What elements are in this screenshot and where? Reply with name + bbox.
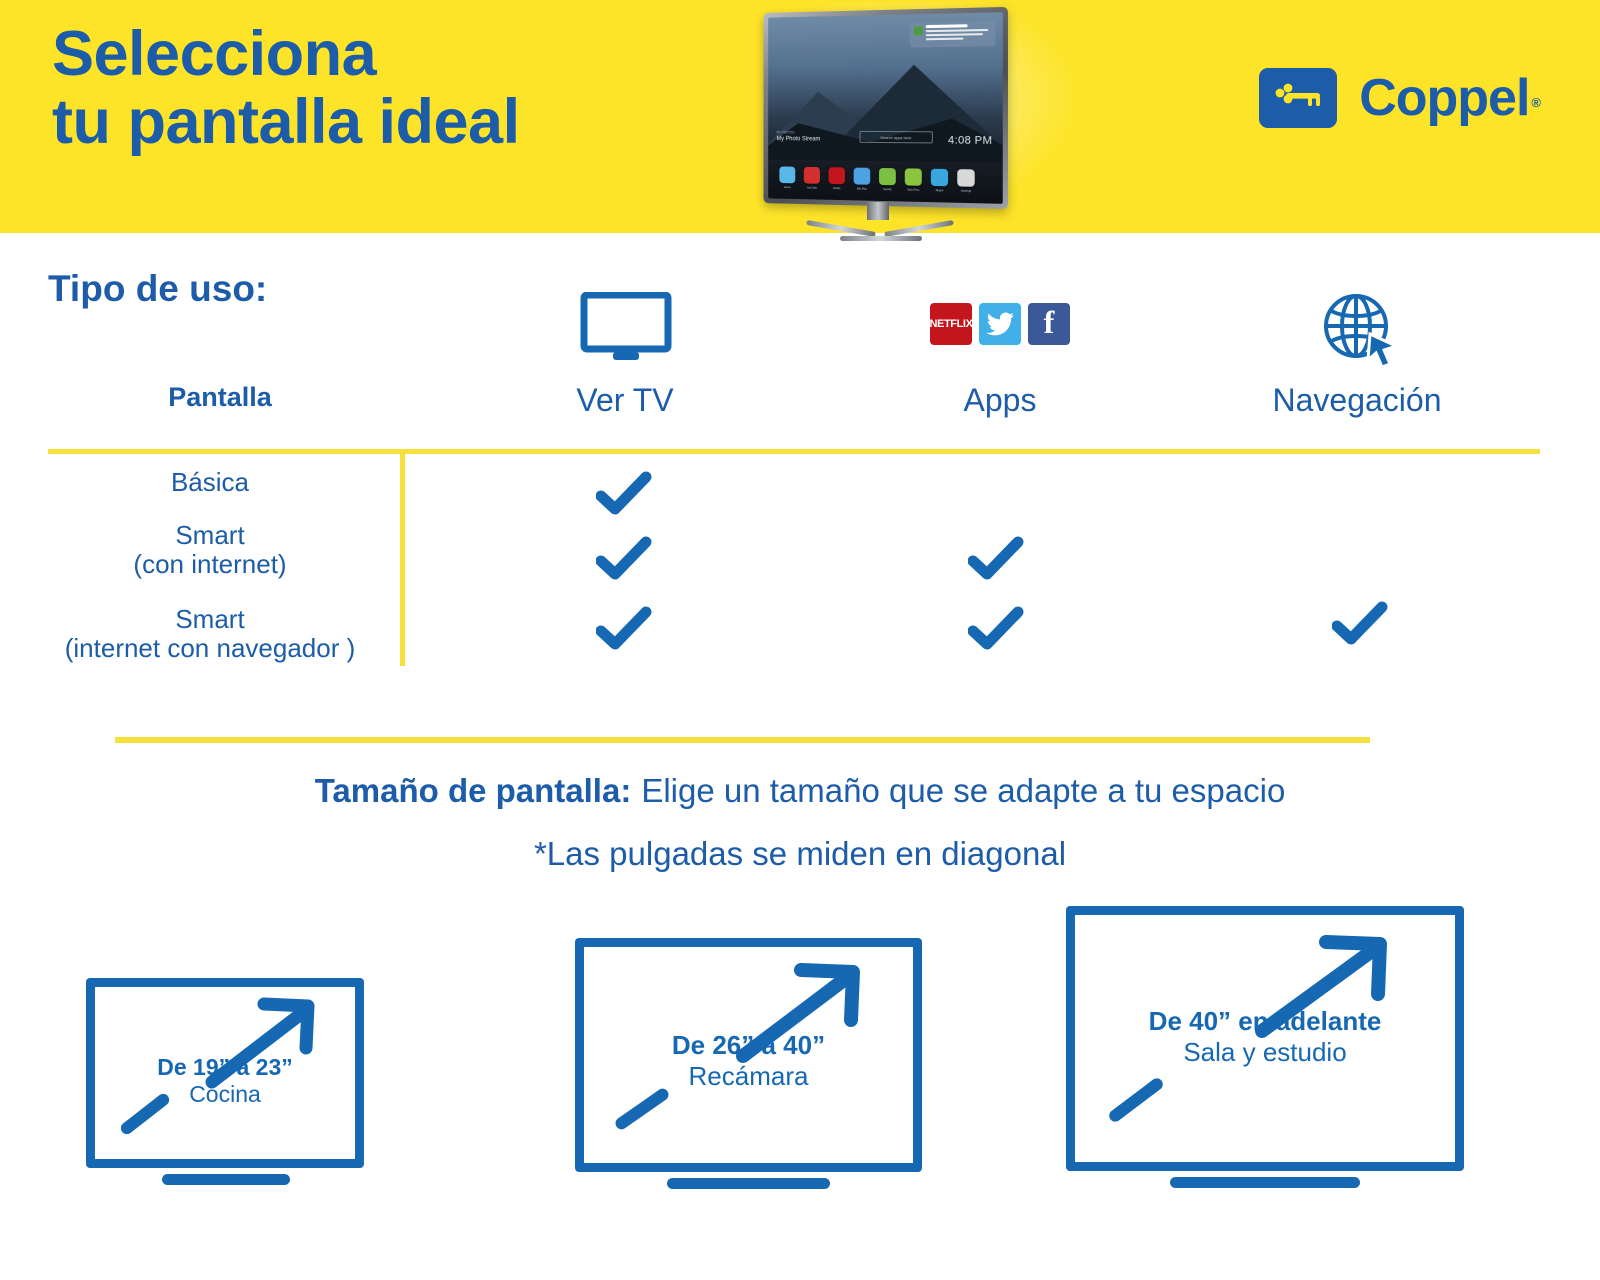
row-label-line-1: Básica — [170, 467, 250, 497]
tv-app-item: Spotify — [879, 167, 896, 191]
coppel-wordmark: Coppel ® — [1359, 69, 1541, 127]
column-header-pantalla: Pantalla — [168, 382, 272, 412]
check-icon-navegacion-smart-navegador — [1331, 596, 1388, 652]
tv-size-caption: De 19” a 23” Cocina — [86, 1054, 364, 1108]
tv-size-range: De 26” a 40” — [671, 1030, 826, 1060]
tv-stand-base — [1170, 1177, 1360, 1188]
tv-clock: 4:08 PM — [947, 134, 993, 148]
row-label-line-2: (internet con navegador ) — [64, 633, 356, 664]
size-section-note: *Las pulgadas se miden en diagonal — [533, 835, 1067, 872]
tv-stream-label: MY PHOTOS My Photo Stream — [777, 131, 821, 145]
section-divider-rule — [115, 737, 1370, 743]
page-title: Selecciona tu pantalla ideal — [52, 20, 520, 156]
check-icon-apps-smart-navegador — [967, 601, 1024, 657]
tv-app-item: Home — [779, 166, 796, 189]
tv-size-room: Cocina — [189, 1081, 261, 1108]
page-title-line-1: Selecciona — [52, 19, 377, 89]
tv-monitor-icon — [580, 291, 672, 369]
coppel-logo: Coppel ® — [1259, 68, 1541, 128]
tv-app-item: YouTube — [803, 166, 820, 190]
globe-cursor-icon — [1318, 288, 1401, 375]
key-icon — [1275, 83, 1321, 106]
size-section-headline: Tamaño de pantalla: Elige un tamaño que s… — [0, 772, 1600, 810]
table-row: Smart (con internet) — [40, 520, 380, 580]
row-label-line-1: Smart — [175, 520, 245, 550]
facebook-icon: f — [1028, 303, 1070, 345]
tv-screen: MY PHOTOS My Photo Stream Search apps he… — [768, 12, 1003, 204]
tv-size-room: Recámara — [688, 1060, 809, 1091]
notification-text-lines — [925, 24, 991, 45]
size-section-text: Elige un tamaño que se adapte a tu espac… — [641, 772, 1286, 809]
size-section-lead: Tamaño de pantalla: — [314, 772, 632, 809]
registered-mark: ® — [1531, 94, 1541, 110]
tv-app-item: Hulu Plus — [904, 168, 922, 192]
tv-size-range: De 19” a 23” — [157, 1054, 293, 1080]
column-header-apps: Apps — [963, 382, 1037, 418]
tv-app-item: Blu-Ray — [853, 167, 871, 191]
tv-size-room: Sala y estudio — [1183, 1036, 1347, 1067]
coppel-key-icon — [1259, 68, 1338, 128]
column-header-navegacion: Navegación — [1272, 382, 1442, 418]
tv-app-item: Netflix — [828, 167, 845, 190]
tv-stream-eyebrow: MY PHOTOS — [776, 130, 795, 135]
row-label-line-2: (con internet) — [133, 549, 287, 580]
check-icon-vertv-smart-navegador — [595, 601, 652, 657]
tv-size-caption: De 26” a 40” Recámara — [575, 1030, 922, 1091]
table-column-divider — [400, 454, 405, 666]
tv-stand-base — [162, 1174, 290, 1185]
twitter-icon — [979, 303, 1021, 345]
row-label-line-1: Smart — [175, 604, 245, 634]
header-banner: Selecciona tu pantalla ideal MY PHOTOS M… — [0, 0, 1600, 241]
smart-tv-photo: MY PHOTOS My Photo Stream Search apps he… — [748, 2, 1088, 247]
tv-size-range: De 40” en adelante — [1148, 1006, 1382, 1036]
table-row: Básica — [40, 467, 380, 497]
table-row: Smart (internet con navegador ) — [40, 604, 380, 664]
tv-search-bar: Search apps here — [859, 130, 933, 144]
tv-app-row: Home YouTube Netflix Blu-Ray Spotify Hul… — [779, 166, 975, 193]
check-icon-vertv-basica — [595, 466, 652, 522]
app-logos-icon: NETFLIX f — [929, 303, 1070, 345]
tv-size-caption: De 40” en adelante Sala y estudio — [1066, 1006, 1464, 1067]
check-icon-apps-smart — [967, 531, 1024, 587]
check-icon-vertv-smart — [595, 531, 652, 587]
column-header-vertv: Ver TV — [576, 382, 674, 418]
table-top-rule — [48, 449, 1540, 454]
tv-app-item: Settings — [957, 169, 975, 193]
notification-icon — [913, 26, 923, 36]
tv-app-item: Skype — [930, 168, 949, 193]
netflix-icon: NETFLIX — [929, 303, 973, 345]
tv-stream-title: My Photo Stream — [776, 136, 821, 143]
tv-stand-base — [806, 216, 954, 242]
tv-bezel: MY PHOTOS My Photo Stream Search apps he… — [763, 6, 1008, 210]
page-title-line-2: tu pantalla ideal — [52, 87, 520, 158]
usage-section-label: Tipo de uso: — [48, 268, 268, 309]
tv-stand-base — [667, 1178, 830, 1189]
tv-notification-card — [909, 20, 996, 48]
